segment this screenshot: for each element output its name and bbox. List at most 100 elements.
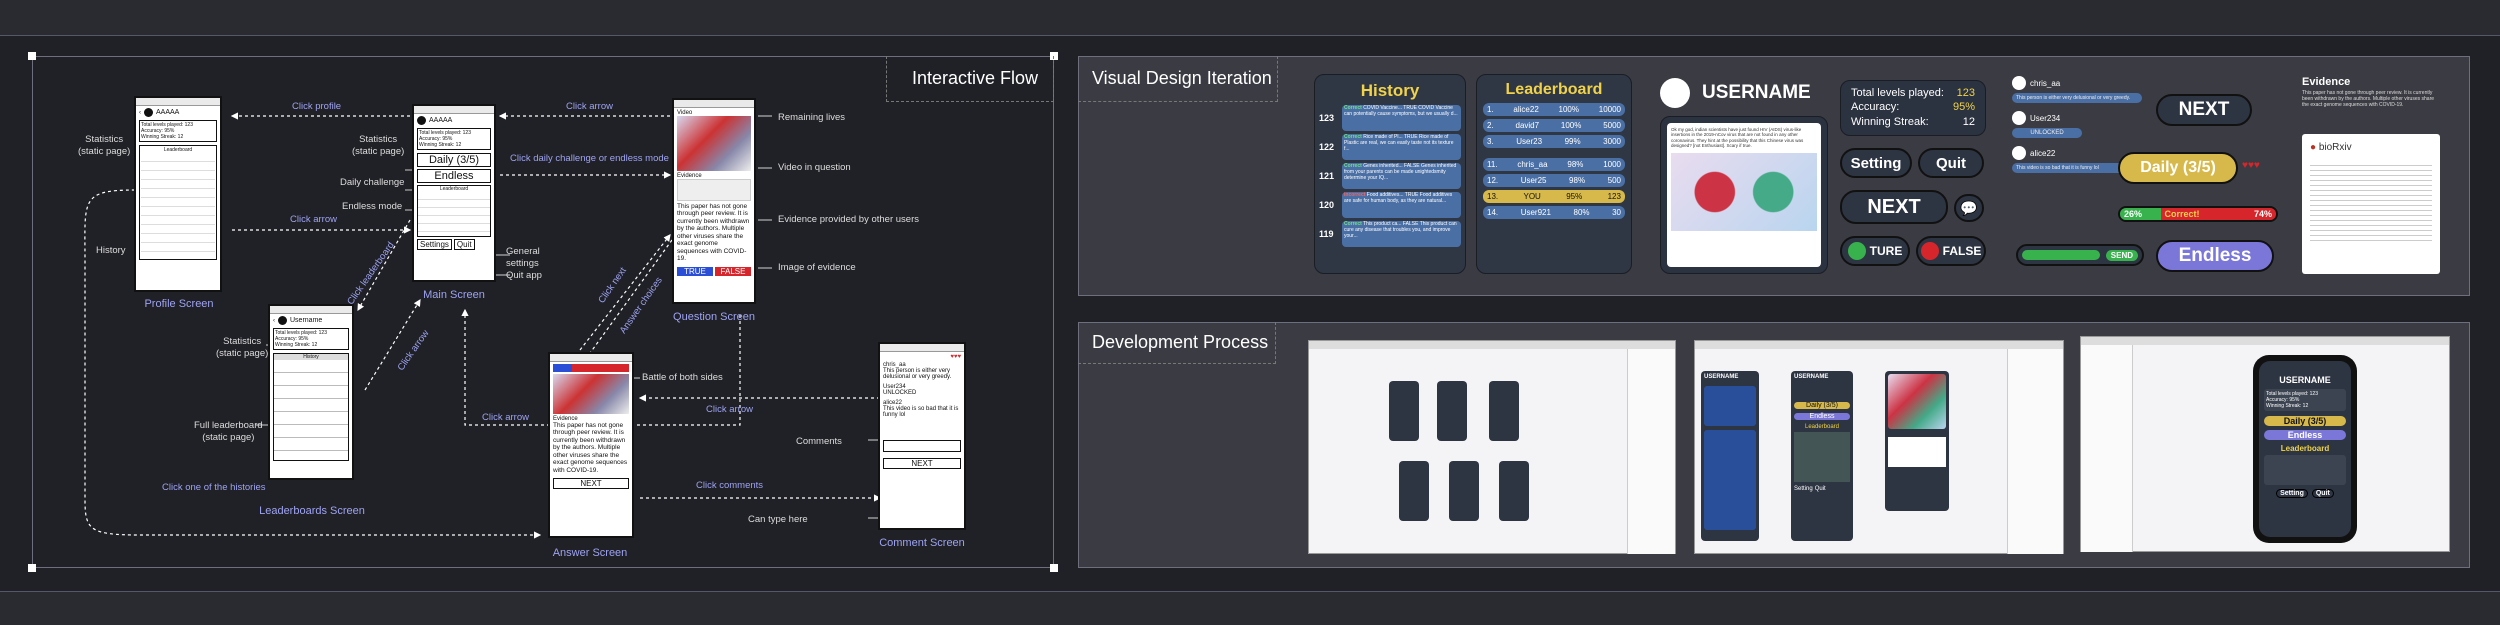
mini-quit: Quit bbox=[1814, 486, 1826, 492]
send-bar[interactable]: SEND bbox=[2016, 244, 2144, 266]
leaderboard-name: User921 bbox=[1520, 208, 1551, 217]
send-label[interactable]: SEND bbox=[2105, 249, 2138, 261]
mini-username: USERNAME bbox=[1704, 374, 1739, 380]
mini-quit: Quit bbox=[2311, 489, 2334, 498]
leaderboard-rank: 3. bbox=[1487, 137, 1494, 146]
false-button[interactable]: FALSE bbox=[715, 266, 751, 276]
false-button[interactable]: FALSE bbox=[1916, 236, 1986, 266]
main-screen-caption: Main Screen bbox=[423, 289, 485, 301]
leaderboard-name: david7 bbox=[1515, 121, 1540, 130]
arrow-label: Click one of the histories bbox=[162, 482, 266, 493]
dev-screenshot-1[interactable] bbox=[1308, 340, 1676, 554]
settings-button[interactable]: Settings bbox=[417, 239, 452, 250]
stat-label: Accuracy: bbox=[1851, 101, 1900, 114]
dev-screenshot-2[interactable]: USERNAME USERNAME Daily (3/5) Endless Le… bbox=[1694, 340, 2064, 554]
leaderboard-score: 500 bbox=[1607, 176, 1621, 185]
mini-endless: Endless bbox=[2264, 430, 2346, 440]
question-screen-mockup[interactable]: Video Evidence This paper has not gone t… bbox=[672, 98, 756, 304]
next-button[interactable]: NEXT bbox=[883, 458, 961, 469]
annotation: Quit app bbox=[506, 270, 542, 281]
leaderboard-name: User23 bbox=[1516, 137, 1543, 146]
chat-icon[interactable]: 💬 bbox=[1954, 194, 1984, 222]
stat-label: Winning Streak: bbox=[1851, 115, 1929, 128]
leaderboard-row: 14. User921 80% 30 bbox=[1483, 206, 1625, 219]
next-button[interactable]: NEXT bbox=[1840, 190, 1948, 224]
user-avatar-icon bbox=[2012, 76, 2026, 90]
history-list: 123 Correct COVID Vaccine... TRUE COVID V… bbox=[1315, 101, 1465, 254]
username-heading: USERNAME bbox=[1702, 82, 1811, 103]
history-number: 123 bbox=[1319, 113, 1335, 123]
annotation: Battle of both sides bbox=[642, 372, 723, 383]
comment-input[interactable] bbox=[883, 440, 961, 452]
mini-screen bbox=[1499, 461, 1529, 521]
back-arrow-icon[interactable]: ‹ bbox=[139, 110, 141, 116]
mini-daily: Daily (3/5) bbox=[2264, 416, 2346, 426]
thumbs-up-icon bbox=[1847, 242, 1866, 260]
history-item[interactable]: 121 Correct Genes inherited... FALSE Gene… bbox=[1319, 163, 1461, 189]
leaderboard-acc: 98% bbox=[1567, 160, 1584, 169]
leaderboard-acc: 100% bbox=[1558, 105, 1579, 114]
next-button[interactable]: NEXT bbox=[553, 478, 629, 490]
comment-user: chris_aa bbox=[2030, 78, 2061, 88]
leaderboard-acc: 95% bbox=[1566, 192, 1583, 201]
annotation: Image of evidence bbox=[778, 262, 856, 273]
evidence-image: ● bioRxiv bbox=[2302, 134, 2440, 274]
avatar bbox=[144, 108, 153, 117]
history-entry: Correct COVID Vaccine... TRUE COVID Vacc… bbox=[1342, 105, 1461, 131]
annotation: Remaining lives bbox=[778, 112, 846, 123]
comment-text: This person is either very delusional or… bbox=[883, 368, 952, 380]
avatar bbox=[278, 316, 287, 325]
battle-bar: 26% Correct! 74% bbox=[2118, 206, 2278, 222]
leaderboard-score: 30 bbox=[1612, 208, 1621, 217]
leaderboard-rank: 12. bbox=[1487, 176, 1499, 185]
leaderboard-acc: 100% bbox=[1560, 121, 1582, 130]
endless-button[interactable]: Endless bbox=[417, 169, 491, 183]
battle-left: 26% bbox=[2120, 208, 2161, 220]
lives-icon: ♥♥♥ bbox=[2242, 160, 2260, 171]
history-item[interactable]: 123 Correct COVID Vaccine... TRUE COVID V… bbox=[1319, 105, 1461, 131]
dev-title: Development Process bbox=[1092, 332, 1269, 352]
leaderboard-acc: 99% bbox=[1564, 137, 1581, 146]
history-number: 119 bbox=[1319, 229, 1334, 239]
comment-screen-mockup[interactable]: ♥♥♥ chris_aa This person is either very … bbox=[878, 342, 966, 530]
history-item[interactable]: 122 Correct Rice made of Pl... TRUE Rice … bbox=[1319, 134, 1461, 160]
history-item[interactable]: 119 Correct This product ca... FALSE This… bbox=[1319, 221, 1461, 247]
leaderboards-screen-mockup[interactable]: ‹ Username Total levels played: 123 Accur… bbox=[268, 304, 354, 480]
comment-user: alice22 bbox=[2030, 148, 2056, 158]
stat-label: Total levels played: bbox=[1851, 87, 1944, 99]
arrow-label: Click arrow bbox=[290, 214, 337, 225]
stat-value: 123 bbox=[1956, 87, 1975, 99]
mini-screen bbox=[1885, 371, 1949, 511]
history-entry: Correct Rice made of Pl... TRUE Rice mad… bbox=[1342, 134, 1461, 160]
daily-button[interactable]: Daily (3/5) bbox=[417, 153, 491, 167]
evidence-title: Evidence bbox=[2302, 76, 2351, 88]
main-screen-mockup[interactable]: AAAAA Total levels played: 123 Accuracy:… bbox=[412, 104, 496, 282]
leaderboard-name: YOU bbox=[1523, 192, 1541, 201]
setting-button[interactable]: Setting bbox=[1840, 148, 1912, 178]
leaderboard-rank: 13. bbox=[1487, 192, 1499, 201]
quit-button[interactable]: Quit bbox=[453, 239, 475, 250]
biorxiv-logo-icon: ● bbox=[2310, 142, 2317, 153]
dev-screenshot-3[interactable]: USERNAME Total levels played: 123 Accura… bbox=[2080, 336, 2450, 552]
answer-screen-mockup[interactable]: Evidence This paper has not gone through… bbox=[548, 352, 634, 538]
next-button[interactable]: NEXT bbox=[2156, 94, 2252, 126]
mini-screen: USERNAME Daily (3/5) Endless Leaderboard… bbox=[1791, 371, 1853, 541]
arrow-label: Click profile bbox=[292, 101, 342, 112]
profile-screen-mockup[interactable]: ‹ AAAAA Total levels played: 123 Accuracy… bbox=[134, 96, 222, 292]
video-content: Ok my god, indian scientists have just f… bbox=[1667, 123, 1821, 267]
arrow-label: Click arrow bbox=[706, 404, 753, 415]
evidence-image bbox=[677, 179, 751, 201]
back-arrow-icon[interactable]: ‹ bbox=[273, 318, 275, 324]
endless-button[interactable]: Endless bbox=[2156, 240, 2274, 272]
quit-button[interactable]: Quit bbox=[1918, 148, 1984, 178]
true-button[interactable]: TURE bbox=[1840, 236, 1910, 266]
true-button[interactable]: TRUE bbox=[677, 266, 713, 276]
user-avatar-icon bbox=[2012, 146, 2026, 160]
arrow-label: Click arrow bbox=[566, 101, 613, 112]
comment-text: UNLOCKED bbox=[883, 390, 917, 396]
annotation: Evidence provided by other users bbox=[778, 214, 919, 225]
username-label: AAAAA bbox=[429, 117, 453, 124]
arrow-label: Click daily challenge or endless mode bbox=[510, 153, 669, 164]
daily-button[interactable]: Daily (3/5) bbox=[2118, 152, 2238, 184]
history-item[interactable]: 120 Incorrect Food additives... TRUE Food… bbox=[1319, 192, 1461, 218]
